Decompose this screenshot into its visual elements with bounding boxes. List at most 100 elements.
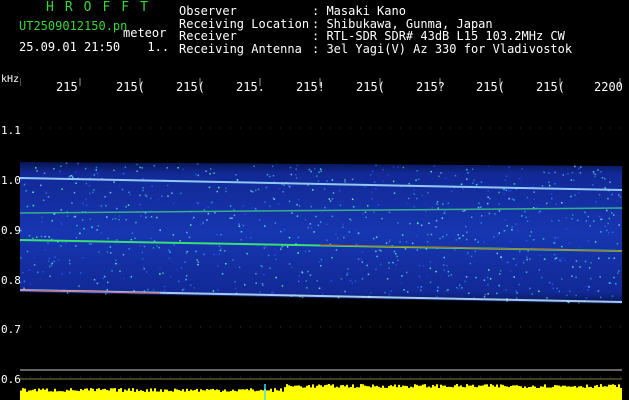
receiver-label: Receiver	[179, 29, 237, 43]
noise-speckle	[344, 290, 346, 293]
noise-speckle	[466, 168, 468, 171]
noise-speckle	[526, 258, 528, 261]
amplitude-bar	[366, 386, 368, 400]
amplitude-bar	[422, 384, 424, 400]
noise-speckle	[122, 172, 125, 175]
amplitude-bar	[296, 385, 298, 400]
noise-speckle	[79, 232, 81, 235]
amplitude-bar	[610, 384, 612, 400]
noise-speckle	[320, 258, 323, 261]
amplitude-bar	[90, 388, 92, 400]
noise-speckle	[246, 252, 248, 255]
noise-speckle	[142, 187, 144, 189]
noise-speckle	[217, 289, 219, 291]
noise-speckle	[558, 290, 560, 293]
noise-speckle	[49, 275, 51, 277]
noise-speckle	[600, 171, 602, 173]
noise-speckle	[571, 218, 573, 220]
noise-speckle	[443, 212, 446, 214]
noise-speckle	[236, 179, 239, 181]
noise-speckle	[503, 230, 506, 232]
amplitude-bar	[568, 386, 570, 400]
amplitude-bar	[468, 385, 470, 400]
noise-speckle	[98, 251, 100, 253]
noise-speckle	[587, 215, 590, 218]
amplitude-bar	[202, 390, 204, 400]
noise-speckle	[462, 234, 464, 237]
amplitude-bar	[116, 391, 118, 400]
noise-speckle	[170, 276, 172, 278]
amplitude-bar	[160, 389, 162, 400]
amplitude-bar	[416, 384, 418, 400]
noise-speckle	[103, 275, 106, 278]
noise-speckle	[597, 169, 599, 171]
noise-speckle	[275, 258, 277, 261]
noise-speckle	[70, 175, 73, 177]
noise-speckle	[437, 287, 439, 289]
noise-speckle	[587, 240, 590, 242]
amplitude-bar	[368, 386, 370, 400]
amplitude-bar	[348, 387, 350, 400]
noise-speckle	[139, 166, 141, 169]
noise-speckle	[166, 184, 169, 187]
noise-speckle	[338, 190, 341, 192]
noise-speckle	[234, 287, 237, 290]
noise-speckle	[436, 203, 438, 205]
noise-speckle	[543, 258, 546, 260]
amplitude-bar	[62, 391, 64, 400]
noise-speckle	[330, 280, 333, 282]
amplitude-bar	[564, 385, 566, 400]
noise-speckle	[168, 249, 170, 251]
amplitude-bar	[218, 389, 220, 400]
noise-speckle	[390, 290, 393, 292]
noise-speckle	[196, 163, 199, 165]
amplitude-bar	[522, 387, 524, 400]
amplitude-bar	[66, 389, 68, 400]
noise-speckle	[399, 241, 401, 243]
noise-speckle	[413, 189, 415, 191]
noise-speckle	[529, 258, 531, 260]
page-indicator: 1..	[147, 40, 170, 54]
amplitude-bar	[540, 386, 542, 400]
amplitude-bar	[424, 384, 426, 400]
noise-speckle	[112, 218, 114, 220]
noise-speckle	[494, 213, 496, 215]
noise-speckle	[477, 206, 480, 209]
amplitude-bar	[516, 385, 518, 400]
amplitude-bar	[34, 389, 36, 400]
noise-speckle	[519, 250, 521, 253]
amplitude-bar	[58, 391, 60, 400]
noise-speckle	[168, 257, 170, 260]
amplitude-bar	[280, 388, 282, 400]
noise-speckle	[110, 252, 112, 254]
noise-speckle	[509, 240, 512, 243]
amplitude-bar	[390, 385, 392, 400]
amplitude-bar	[86, 388, 88, 400]
noise-speckle	[315, 215, 317, 218]
noise-speckle	[503, 188, 505, 191]
noise-speckle	[318, 171, 320, 173]
noise-speckle	[60, 222, 63, 224]
noise-speckle	[20, 257, 22, 259]
noise-speckle	[593, 172, 595, 175]
file-name: UT2509012150.pn	[19, 19, 128, 33]
noise-speckle	[567, 173, 569, 175]
noise-speckle	[546, 297, 548, 299]
noise-speckle	[317, 224, 320, 227]
noise-speckle	[375, 268, 377, 271]
noise-speckle	[320, 170, 322, 172]
noise-speckle	[102, 277, 105, 279]
noise-speckle	[554, 237, 556, 239]
noise-speckle	[107, 281, 109, 284]
amplitude-bar	[570, 386, 572, 400]
noise-speckle	[429, 267, 432, 270]
noise-speckle	[193, 287, 195, 289]
noise-speckle	[511, 226, 513, 228]
amplitude-bar	[208, 389, 210, 400]
noise-speckle	[84, 168, 87, 170]
amplitude-bar	[452, 387, 454, 400]
noise-speckle	[122, 254, 125, 256]
amplitude-bar	[444, 385, 446, 400]
noise-speckle	[60, 245, 62, 247]
noise-speckle	[370, 292, 372, 294]
